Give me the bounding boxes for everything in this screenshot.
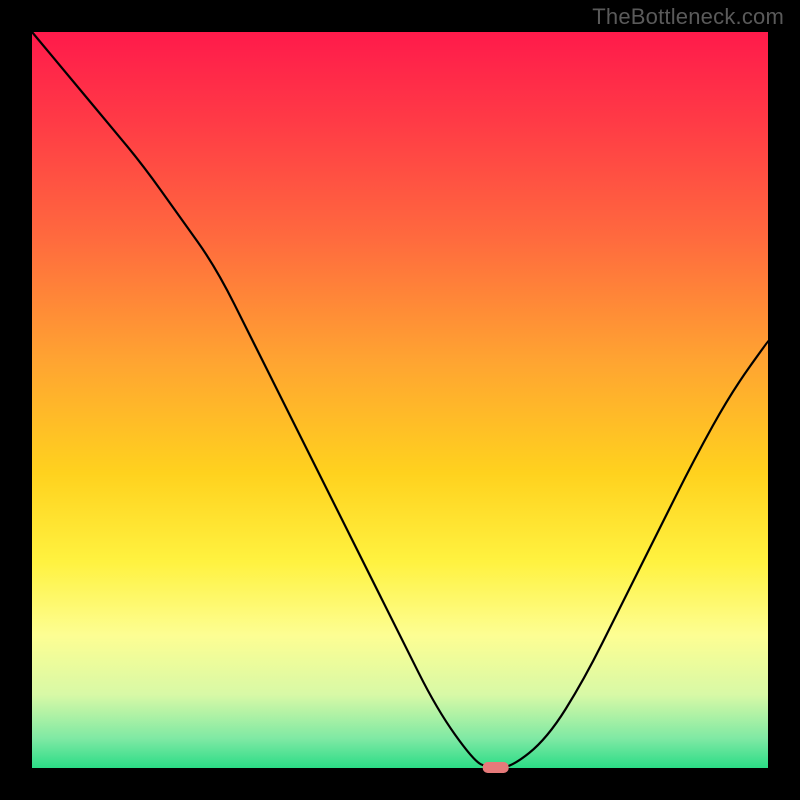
- watermark-text: TheBottleneck.com: [592, 4, 784, 30]
- chart-frame: TheBottleneck.com: [0, 0, 800, 800]
- plot-background: [32, 32, 768, 768]
- bottleneck-chart: [0, 0, 800, 800]
- optimal-marker: [483, 762, 509, 773]
